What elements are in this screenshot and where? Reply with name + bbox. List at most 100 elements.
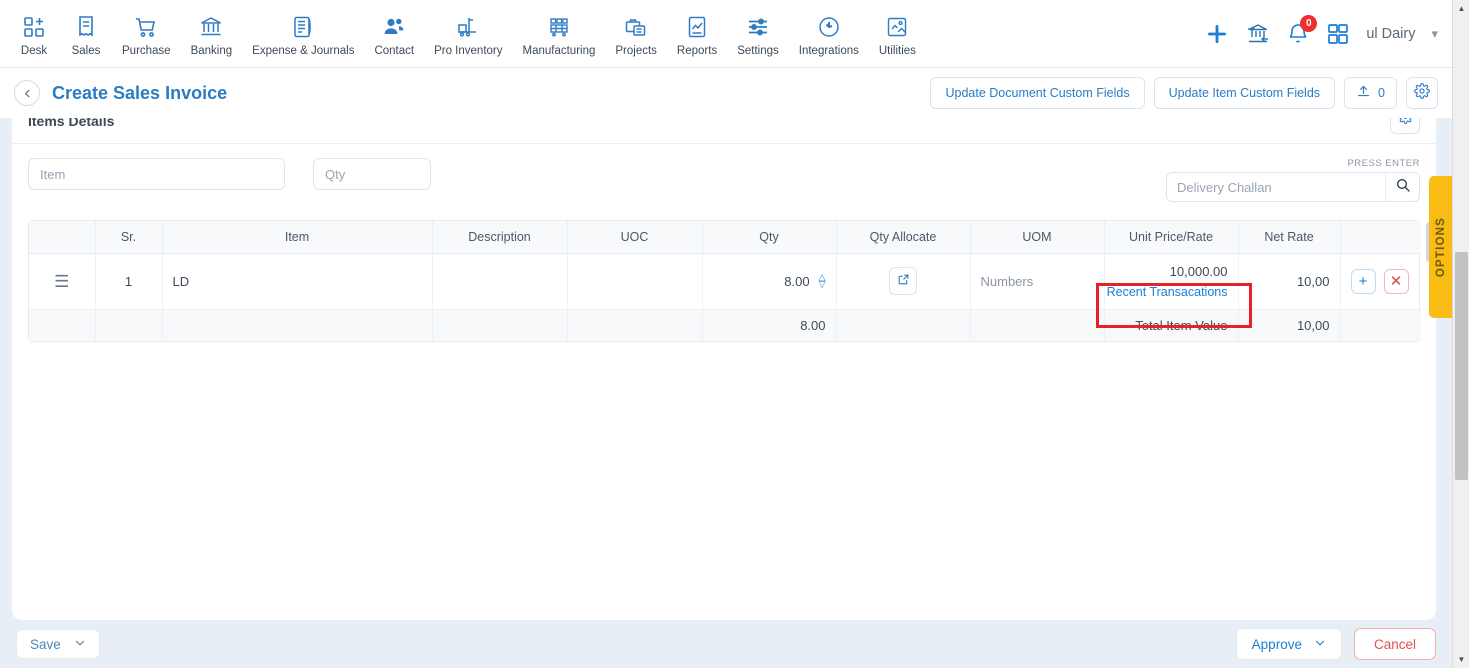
page-header-actions: Update Document Custom Fields Update Ite…	[930, 77, 1438, 109]
totals-qty: 8.00	[702, 309, 837, 341]
row-uom[interactable]: Numbers	[970, 253, 1105, 310]
caret-down-icon[interactable]: ▽	[819, 280, 826, 289]
nav-items: Desk Sales Purchase Banking Expense & Jo…	[0, 6, 926, 61]
search-box	[1166, 172, 1420, 202]
plus-icon: +	[1358, 272, 1368, 290]
nav-item-expense-journals[interactable]: Expense & Journals	[242, 6, 364, 61]
qty-spinner[interactable]: △ ▽	[819, 273, 826, 289]
notification-count-badge: 0	[1300, 14, 1318, 32]
row-drag-cell[interactable]: ☰	[29, 253, 96, 310]
nav-item-desk[interactable]: Desk	[8, 6, 60, 61]
nav-item-reports[interactable]: Reports	[667, 6, 727, 61]
nav-label: Utilities	[878, 45, 916, 57]
attachment-button[interactable]: 0	[1344, 77, 1397, 109]
totals-blank-4	[432, 309, 568, 341]
recent-transactions-link[interactable]: Recent Transacations	[1107, 285, 1228, 299]
external-link-icon	[897, 273, 910, 289]
integrations-plug-icon	[817, 14, 841, 40]
row-action-buttons: + ✕	[1350, 268, 1412, 294]
nav-item-utilities[interactable]: Utilities	[869, 6, 926, 61]
options-side-tab[interactable]: OPTIONS	[1429, 176, 1452, 318]
nav-item-settings[interactable]: Settings	[727, 6, 789, 61]
chevron-down-icon[interactable]: ▾	[1431, 26, 1438, 42]
scroll-up-arrow-icon[interactable]: ▲	[1453, 0, 1469, 17]
save-button[interactable]: Save	[16, 629, 100, 659]
nav-item-pro-inventory[interactable]: Pro Inventory	[424, 6, 512, 61]
plus-icon[interactable]	[1204, 21, 1230, 47]
bell-icon[interactable]: 0	[1286, 14, 1318, 46]
row-description[interactable]	[432, 253, 568, 310]
nav-item-integrations[interactable]: Integrations	[789, 6, 869, 61]
row-qty-allocate-cell[interactable]	[836, 253, 971, 310]
row-actions-cell: + ✕	[1340, 253, 1421, 310]
row-qty-value: 8.00	[784, 273, 810, 289]
nav-label: Desk	[20, 45, 48, 57]
page-settings-button[interactable]	[1406, 77, 1438, 109]
attachment-count: 0	[1378, 86, 1385, 100]
th-actions	[1340, 221, 1421, 254]
purchase-cart-icon	[134, 14, 158, 40]
approve-button[interactable]: Approve	[1235, 628, 1342, 660]
qty-stepper[interactable]: 8.00 △ ▽	[713, 273, 826, 289]
row-sr: 1	[95, 253, 163, 310]
item-filter-input[interactable]	[28, 158, 285, 190]
contact-people-icon	[382, 14, 406, 40]
row-qty-cell[interactable]: 8.00 △ ▽	[702, 253, 837, 310]
projects-briefcase-icon	[624, 14, 648, 40]
page-scrollbar[interactable]: ▲ ▼	[1452, 0, 1469, 668]
delivery-challan-search: PRESS ENTER	[1166, 158, 1420, 202]
nav-item-purchase[interactable]: Purchase	[112, 6, 181, 61]
nav-label: Settings	[737, 45, 779, 57]
th-unit-price-rate: Unit Price/Rate	[1104, 221, 1239, 254]
nav-label: Projects	[615, 45, 657, 57]
row-item[interactable]: LD	[162, 253, 433, 310]
totals-blank-8	[1340, 309, 1421, 341]
th-drag	[29, 221, 96, 254]
add-row-button[interactable]: +	[1350, 268, 1376, 294]
update-document-custom-fields-button[interactable]: Update Document Custom Fields	[930, 77, 1145, 109]
chevron-down-icon[interactable]	[74, 637, 86, 652]
qty-allocate-button[interactable]	[889, 267, 917, 295]
pro-inventory-forklift-icon	[456, 14, 480, 40]
nav-right-actions: 0 ul Dairy ▾	[1204, 14, 1452, 47]
nav-label: Pro Inventory	[434, 45, 503, 57]
th-net-rate: Net Rate	[1238, 221, 1341, 254]
table-row[interactable]: ☰ 1 LD 8.00 △ ▽ Numbers 10,000.00 Recent…	[29, 253, 1421, 310]
cancel-button[interactable]: Cancel	[1353, 628, 1436, 660]
approve-label: Approve	[1251, 636, 1302, 652]
drag-handle-icon[interactable]: ☰	[54, 272, 69, 291]
nav-item-projects[interactable]: Projects	[605, 6, 667, 61]
items-table-head: Sr. Item Description UOC Qty Qty Allocat…	[29, 221, 1421, 254]
gear-icon	[1414, 82, 1430, 104]
delivery-challan-input[interactable]	[1167, 173, 1385, 201]
row-unit-price-cell[interactable]: 10,000.00 Recent Transacations	[1104, 253, 1239, 310]
manufacturing-factory-icon	[547, 14, 571, 40]
company-name: ul Dairy	[1366, 25, 1416, 42]
table-header-row: Sr. Item Description UOC Qty Qty Allocat…	[29, 221, 1421, 254]
nav-label: Expense & Journals	[252, 45, 355, 57]
nav-item-banking[interactable]: Banking	[181, 6, 243, 61]
grid-apps-icon[interactable]	[1326, 22, 1350, 46]
items-filter-row: PRESS ENTER	[12, 144, 1436, 212]
footer-bar: Save Approve Cancel	[0, 620, 1452, 668]
chevron-down-icon[interactable]	[1314, 637, 1326, 652]
banking-bank-icon	[199, 14, 223, 40]
row-net-rate[interactable]: 10,00	[1238, 253, 1341, 310]
page-scrollbar-thumb[interactable]	[1455, 252, 1468, 480]
th-description: Description	[432, 221, 568, 254]
nav-item-manufacturing[interactable]: Manufacturing	[513, 6, 606, 61]
bank-transfer-icon[interactable]	[1246, 22, 1270, 46]
row-uoc[interactable]	[567, 253, 703, 310]
delete-row-button[interactable]: ✕	[1383, 268, 1409, 294]
scroll-down-arrow-icon[interactable]: ▼	[1453, 651, 1469, 668]
settings-sliders-icon	[746, 14, 770, 40]
items-table-body: ☰ 1 LD 8.00 △ ▽ Numbers 10,000.00 Recent…	[29, 253, 1421, 341]
update-item-custom-fields-button[interactable]: Update Item Custom Fields	[1153, 77, 1336, 109]
back-button[interactable]	[14, 80, 40, 106]
nav-item-sales[interactable]: Sales	[60, 6, 112, 61]
th-uom: UOM	[970, 221, 1105, 254]
totals-blank-1	[29, 309, 96, 341]
qty-filter-input[interactable]	[313, 158, 431, 190]
search-button[interactable]	[1385, 173, 1419, 201]
nav-item-contact[interactable]: Contact	[364, 6, 424, 61]
